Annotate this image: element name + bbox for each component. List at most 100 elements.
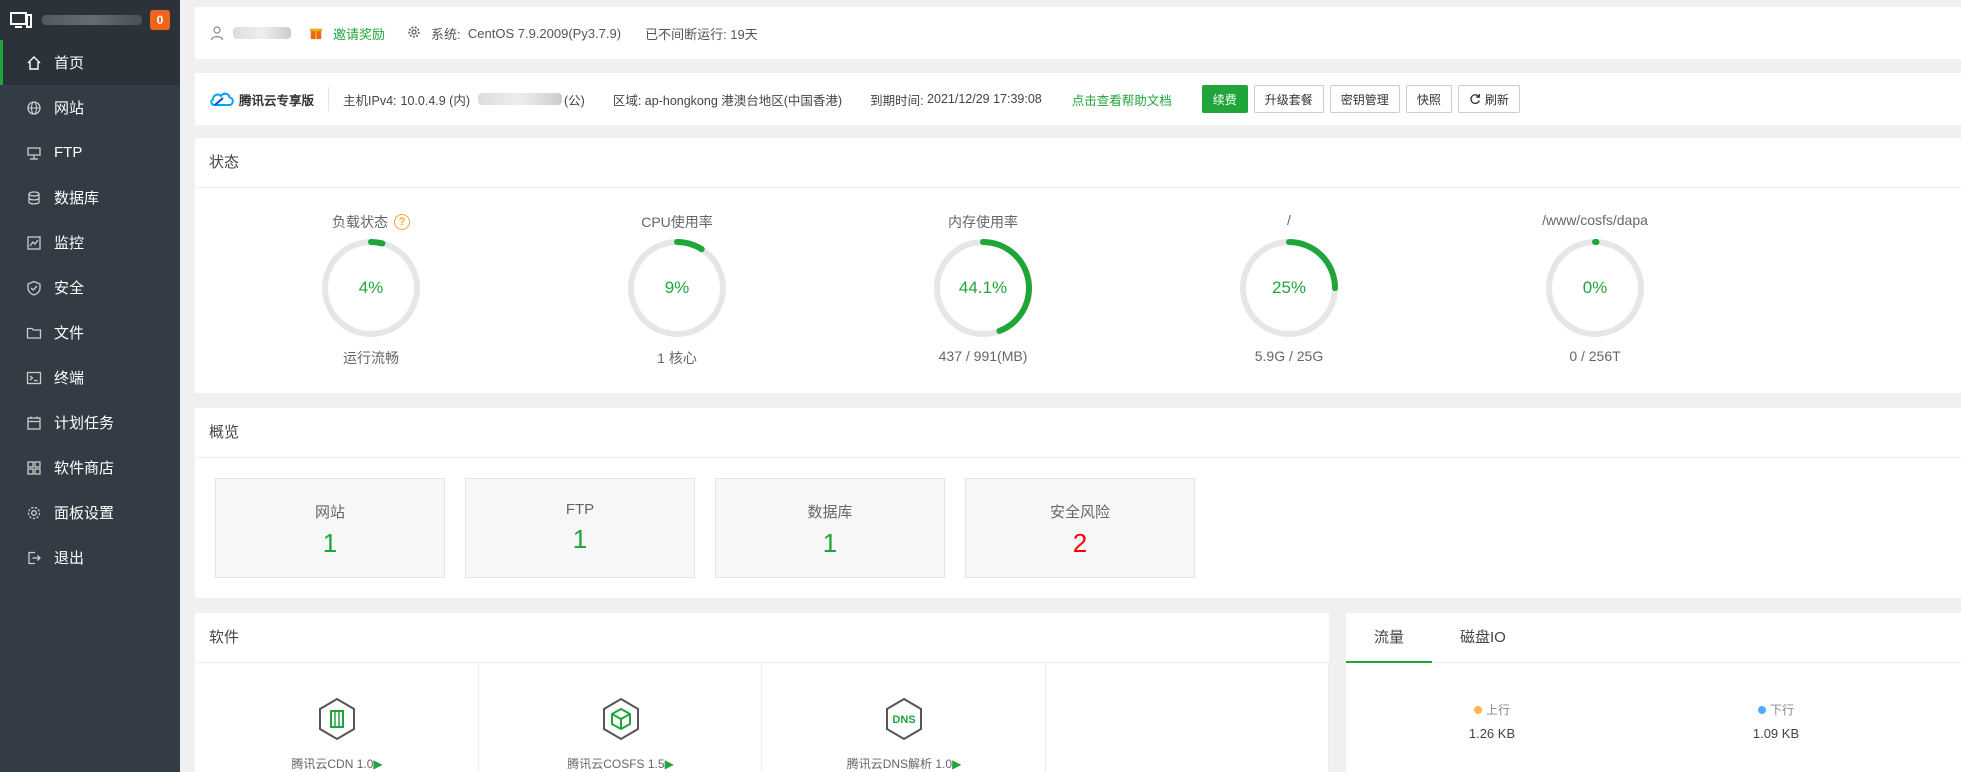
- upload-stat: 上行 1.26 KB: [1432, 701, 1552, 741]
- gauge-value: 0%: [1582, 278, 1608, 297]
- sidebar-item-cron[interactable]: 计划任务: [0, 400, 180, 445]
- upgrade-button[interactable]: 升级套餐: [1253, 85, 1324, 113]
- sidebar-item-logout[interactable]: 退出: [0, 535, 180, 580]
- logout-icon: [26, 550, 42, 566]
- overview-card-value: 1: [322, 528, 338, 558]
- gear-icon: [26, 505, 42, 521]
- gear-icon: [407, 25, 423, 41]
- help-icon[interactable]: ?: [394, 214, 410, 230]
- ipv4-value: 10.0.4.9 (内): [400, 93, 470, 108]
- software-grid: 腾讯云CDN 1.0▶ 腾讯云COSFS 1.5▶ DNS 腾讯云DNS解析 1…: [195, 663, 1329, 772]
- gauge-sub: 1 核心: [657, 350, 697, 366]
- software-item-cdn[interactable]: 腾讯云CDN 1.0▶: [195, 663, 479, 772]
- database-icon: [26, 190, 42, 206]
- sidebar-item-home[interactable]: 首页: [0, 40, 180, 85]
- region-label: 区域:: [612, 93, 642, 108]
- tab-disk-io[interactable]: 磁盘IO: [1432, 613, 1534, 663]
- sidebar-item-settings[interactable]: 面板设置: [0, 490, 180, 535]
- play-icon: ▶: [664, 757, 674, 771]
- system-info: 系统: CentOS 7.9.2009(Py3.7.9): [407, 24, 621, 43]
- dns-icon: DNS: [886, 697, 922, 741]
- globe-icon: [26, 100, 42, 116]
- refresh-label: 刷新: [1484, 92, 1509, 107]
- shield-icon: [26, 280, 42, 296]
- upload-dot-icon: [1473, 705, 1482, 714]
- sidebar-item-label: FTP: [54, 144, 83, 161]
- sidebar-item-files[interactable]: 文件: [0, 310, 180, 355]
- sidebar-menu: 首页 网站 FTP 数据库 监控 安全 文件 终端 计划任务 软件商店 面板设置…: [0, 40, 180, 580]
- overview-card-label: 数据库: [807, 504, 853, 521]
- gauge-sub: 0 / 256T: [1569, 348, 1621, 364]
- sidebar-item-security[interactable]: 安全: [0, 265, 180, 310]
- sidebar-item-label: 网站: [54, 100, 85, 117]
- sidebar-header: 0: [0, 0, 180, 40]
- traffic-stats: 上行 1.26 KB 下行 1.09 KB: [1346, 663, 1961, 772]
- sidebar-item-label: 终端: [54, 370, 85, 387]
- software-item-cosfs[interactable]: 腾讯云COSFS 1.5▶: [479, 663, 762, 772]
- overview-card-security-risk[interactable]: 安全风险 2: [965, 478, 1195, 578]
- software-panel: 软件 腾讯云CDN 1.0▶ 腾讯云COSFS 1.5▶ DNS 腾讯云DNS解…: [195, 613, 1329, 772]
- gauge-row: 负载状态? 4% 运行流畅 CPU使用率 9% 1 核心 内存使用率 44.1%…: [195, 188, 1961, 393]
- public-ip-suffix: (公): [564, 93, 585, 108]
- gauge-sub: 437 / 991(MB): [938, 348, 1028, 364]
- renew-button[interactable]: 续费: [1201, 85, 1248, 113]
- overview-card-database[interactable]: 数据库 1: [715, 478, 945, 578]
- sidebar-item-label: 安全: [54, 280, 85, 297]
- overview-card-ftp[interactable]: FTP 1: [465, 478, 695, 578]
- sidebar-item-label: 面板设置: [54, 505, 115, 522]
- sidebar-item-store[interactable]: 软件商店: [0, 445, 180, 490]
- snapshot-button[interactable]: 快照: [1405, 85, 1452, 113]
- terminal-icon: [26, 370, 42, 386]
- download-label: 下行: [1769, 703, 1794, 717]
- sidebar-item-database[interactable]: 数据库: [0, 175, 180, 220]
- upload-label: 上行: [1485, 703, 1510, 717]
- gauge-sub: 运行流畅: [343, 350, 399, 366]
- sidebar-item-label: 监控: [54, 235, 85, 252]
- sidebar-item-monitor[interactable]: 监控: [0, 220, 180, 265]
- key-management-button[interactable]: 密钥管理: [1329, 85, 1400, 113]
- overview-card-value: 2: [1072, 528, 1088, 558]
- home-icon: [26, 55, 42, 71]
- sidebar: 0 首页 网站 FTP 数据库 监控 安全 文件 终端 计划任务 软件商店 面板…: [0, 0, 180, 772]
- gauge-label: 负载状态?: [271, 212, 471, 232]
- play-icon: ▶: [952, 757, 962, 771]
- invite-reward-link[interactable]: 邀请奖励: [333, 24, 385, 43]
- overview-card-value: 1: [822, 528, 838, 558]
- upload-value: 1.26 KB: [1468, 726, 1516, 741]
- gift-icon: [309, 25, 325, 41]
- refresh-icon: [1470, 93, 1480, 105]
- gauge-value: 9%: [664, 278, 690, 297]
- software-label: 腾讯云DNS解析 1.0▶: [846, 757, 962, 771]
- tencent-cloud-brand: 腾讯云专享版: [209, 87, 330, 111]
- cosfs-icon: [602, 697, 639, 741]
- sidebar-item-website[interactable]: 网站: [0, 85, 180, 130]
- overview-card-label: FTP: [565, 501, 595, 518]
- brand-label: 腾讯云专享版: [239, 93, 315, 108]
- download-dot-icon: [1757, 705, 1766, 714]
- sidebar-item-terminal[interactable]: 终端: [0, 355, 180, 400]
- gauge-label: 内存使用率: [948, 214, 1018, 230]
- software-item-dns[interactable]: DNS 腾讯云DNS解析 1.0▶: [762, 663, 1046, 772]
- tab-traffic[interactable]: 流量: [1346, 613, 1433, 663]
- download-stat: 下行 1.09 KB: [1716, 701, 1836, 741]
- gauge-value: 44.1%: [958, 278, 1008, 297]
- sidebar-item-label: 文件: [54, 325, 85, 342]
- expire-label: 到期时间:: [870, 93, 924, 108]
- status-title: 状态: [195, 138, 1961, 188]
- overview-card-website[interactable]: 网站 1: [215, 478, 445, 578]
- monitor-icon: [26, 235, 42, 251]
- message-badge[interactable]: 0: [150, 10, 170, 30]
- gauge-label: /www/cosfs/dapa: [1542, 212, 1648, 228]
- sidebar-item-ftp[interactable]: FTP: [0, 130, 180, 175]
- cloud-icon: [210, 92, 234, 106]
- overview-card-label: 网站: [314, 504, 345, 521]
- svg-text:DNS: DNS: [892, 714, 915, 726]
- refresh-button[interactable]: 刷新: [1457, 85, 1520, 113]
- software-label: 腾讯云CDN 1.0▶: [291, 757, 383, 771]
- monitor-icon: [10, 12, 32, 28]
- calendar-icon: [26, 415, 42, 431]
- help-doc-link[interactable]: 点击查看帮助文档: [1072, 90, 1172, 109]
- overview-title: 概览: [195, 408, 1961, 458]
- ipv4-label: 主机IPv4:: [343, 93, 397, 108]
- download-value: 1.09 KB: [1752, 726, 1800, 741]
